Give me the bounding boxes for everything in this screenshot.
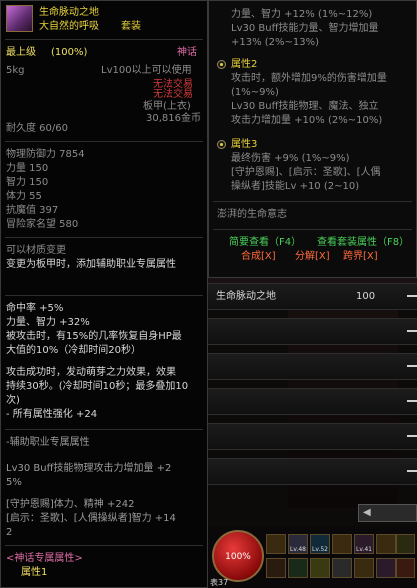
- skill-slot[interactable]: [332, 558, 352, 578]
- item-weight: 5kg: [6, 65, 25, 76]
- game-scene: 生命脉动之地 100 ◀ 100% Lv.48 Lv.52 Lv.41 表37: [208, 278, 417, 588]
- effect-line: - 所有属性强化 +24: [6, 409, 98, 420]
- convert-detail: 变更为板甲时，添加辅助职业专属属性: [6, 259, 176, 270]
- attr-line: 力量、智力 +12% (1%~12%): [231, 9, 373, 20]
- durability: 耐久度 60/60: [6, 123, 68, 134]
- stat-line: 冒险家名望 580: [6, 219, 79, 230]
- buff-row[interactable]: [208, 458, 417, 485]
- buff-remove-icon[interactable]: [407, 330, 417, 332]
- support-line: [启示：圣歌]、[人偶操纵者]智力 +14: [6, 513, 176, 524]
- synth-link[interactable]: 合成[X]: [241, 251, 276, 263]
- skill-slot[interactable]: [396, 558, 415, 578]
- support-line: Lv30 Buff技能物理攻击力增加量 +2: [6, 463, 172, 474]
- buff-remove-icon[interactable]: [407, 435, 417, 437]
- skill-slot[interactable]: Lv.48: [288, 534, 308, 554]
- skill-slot[interactable]: [288, 558, 308, 578]
- decompose-link[interactable]: 分解[X]: [295, 251, 330, 263]
- attr-line: +13% (2%~13%): [231, 37, 320, 48]
- set-view-link[interactable]: 查看套装属性（F8）: [317, 237, 409, 249]
- attr-line: 攻击时，额外增加9%的伤害增加量: [231, 73, 387, 84]
- convert-note: 可以材质变更: [6, 245, 66, 256]
- effect-line: 被攻击时，有15%的几率恢复自身HP最: [6, 331, 182, 342]
- buff-name: 生命脉动之地: [216, 291, 276, 302]
- skill-slot[interactable]: [266, 558, 286, 578]
- skill-level: Lv.48: [290, 546, 306, 553]
- stat-line: 体力 55: [6, 191, 42, 202]
- brief-view-link[interactable]: 简要查看（F4）: [229, 237, 301, 249]
- support-line: 2: [6, 527, 13, 538]
- skill-slot[interactable]: [332, 534, 352, 554]
- hp-orb: 100%: [212, 530, 264, 582]
- skill-slot[interactable]: [310, 558, 330, 578]
- stat-line: 力量 150: [6, 163, 49, 174]
- item-grade: 最上级: [6, 47, 36, 58]
- buff-remove-icon[interactable]: [407, 470, 417, 472]
- buff-remove-icon[interactable]: [407, 295, 417, 297]
- skill-slot[interactable]: [376, 558, 396, 578]
- effect-line: 持续30秒。(冷却时间10秒；最多叠加10: [6, 381, 189, 392]
- attr3-title: 属性3: [231, 139, 258, 150]
- skill-slot[interactable]: [266, 534, 286, 554]
- stat-line: 智力 150: [6, 177, 49, 188]
- set-name: 大自然的呼吸: [39, 21, 99, 32]
- stat-line: 抗魔值 397: [6, 205, 59, 216]
- buff-row[interactable]: [208, 318, 417, 345]
- buff-row[interactable]: [208, 388, 417, 415]
- item-grade-pct: (100%): [51, 47, 88, 58]
- attr-line: 最终伤害 +9% (1%~9%): [231, 153, 350, 164]
- skill-slot[interactable]: [396, 534, 415, 554]
- support-line: 5%: [6, 477, 22, 488]
- hud-bar: 100% Lv.48 Lv.52 Lv.41 表37: [208, 526, 417, 588]
- buff-row[interactable]: 生命脉动之地 100: [208, 283, 417, 310]
- myth-attribute-tooltip: 力量、智力 +12% (1%~12%) Lv30 Buff技能力量、智力增加量 …: [208, 0, 417, 278]
- attr-line: 操纵者]技能Lv +10 (2~10): [231, 181, 360, 192]
- scrollbar[interactable]: ◀: [358, 504, 417, 522]
- trade-note-2: 无法交易: [153, 89, 193, 100]
- stat-line: 物理防御力 7854: [6, 149, 85, 160]
- bottom-label: 表37: [210, 578, 229, 587]
- attr-line: (1%~9%): [231, 87, 279, 98]
- skill-level: Lv.52: [312, 546, 328, 553]
- skill-slot[interactable]: Lv.52: [310, 534, 330, 554]
- skill-slot[interactable]: Lv.41: [354, 534, 374, 554]
- attr-line: [守护恩赐]、[启示：圣歌]、[人偶: [231, 167, 381, 178]
- item-name: 生命脉动之地: [39, 7, 99, 18]
- effect-line: 大值的10%（冷却时间20秒）: [6, 345, 141, 356]
- buff-row[interactable]: [208, 353, 417, 380]
- item-icon: [6, 5, 33, 32]
- skill-slot[interactable]: [376, 534, 396, 554]
- set-tag: 套装: [121, 21, 141, 32]
- hp-percent: 100%: [225, 552, 251, 562]
- effect-line: 命中率 +5%: [6, 303, 64, 314]
- buff-remove-icon[interactable]: [407, 365, 417, 367]
- myth-attr: 属性1: [21, 567, 48, 578]
- effect-line: 力量、智力 +32%: [6, 317, 90, 328]
- support-line: [守护恩赐]体力、精神 +242: [6, 499, 135, 510]
- attr-line: Lv30 Buff技能物理、魔法、独立: [231, 101, 379, 112]
- item-price: 30,816金币: [146, 113, 201, 124]
- item-level-req: Lv100以上可以使用: [101, 65, 192, 76]
- effect-line: 攻击成功时，发动萌芽之力效果，效果: [6, 367, 176, 378]
- item-slot: 板甲(上衣): [143, 101, 191, 112]
- skill-level: Lv.41: [356, 546, 372, 553]
- cross-link[interactable]: 跨界[X]: [343, 251, 378, 263]
- item-rarity: 神话: [177, 47, 197, 58]
- attr-bullet-icon: [217, 60, 226, 69]
- effect-line: 次): [6, 395, 20, 406]
- flavor-text: 澎湃的生命意志: [217, 209, 287, 220]
- buff-row[interactable]: [208, 423, 417, 450]
- attr-line: 攻击力增加量 +10% (2%~10%): [231, 115, 383, 126]
- myth-header: <神话专属属性>: [6, 553, 83, 564]
- item-tooltip: 生命脉动之地 大自然的呼吸 套装 最上级 (100%) 神话 5kg Lv100…: [0, 0, 208, 588]
- attr-line: Lv30 Buff技能力量、智力增加量: [231, 23, 379, 34]
- support-header: -辅助职业专属属性: [6, 437, 90, 448]
- attr2-title: 属性2: [231, 59, 258, 70]
- attr-bullet-icon: [217, 140, 226, 149]
- buff-value: 100: [356, 291, 376, 302]
- skill-slot[interactable]: [354, 558, 374, 578]
- scroll-left-icon[interactable]: ◀: [363, 508, 371, 518]
- buff-remove-icon[interactable]: [407, 400, 417, 402]
